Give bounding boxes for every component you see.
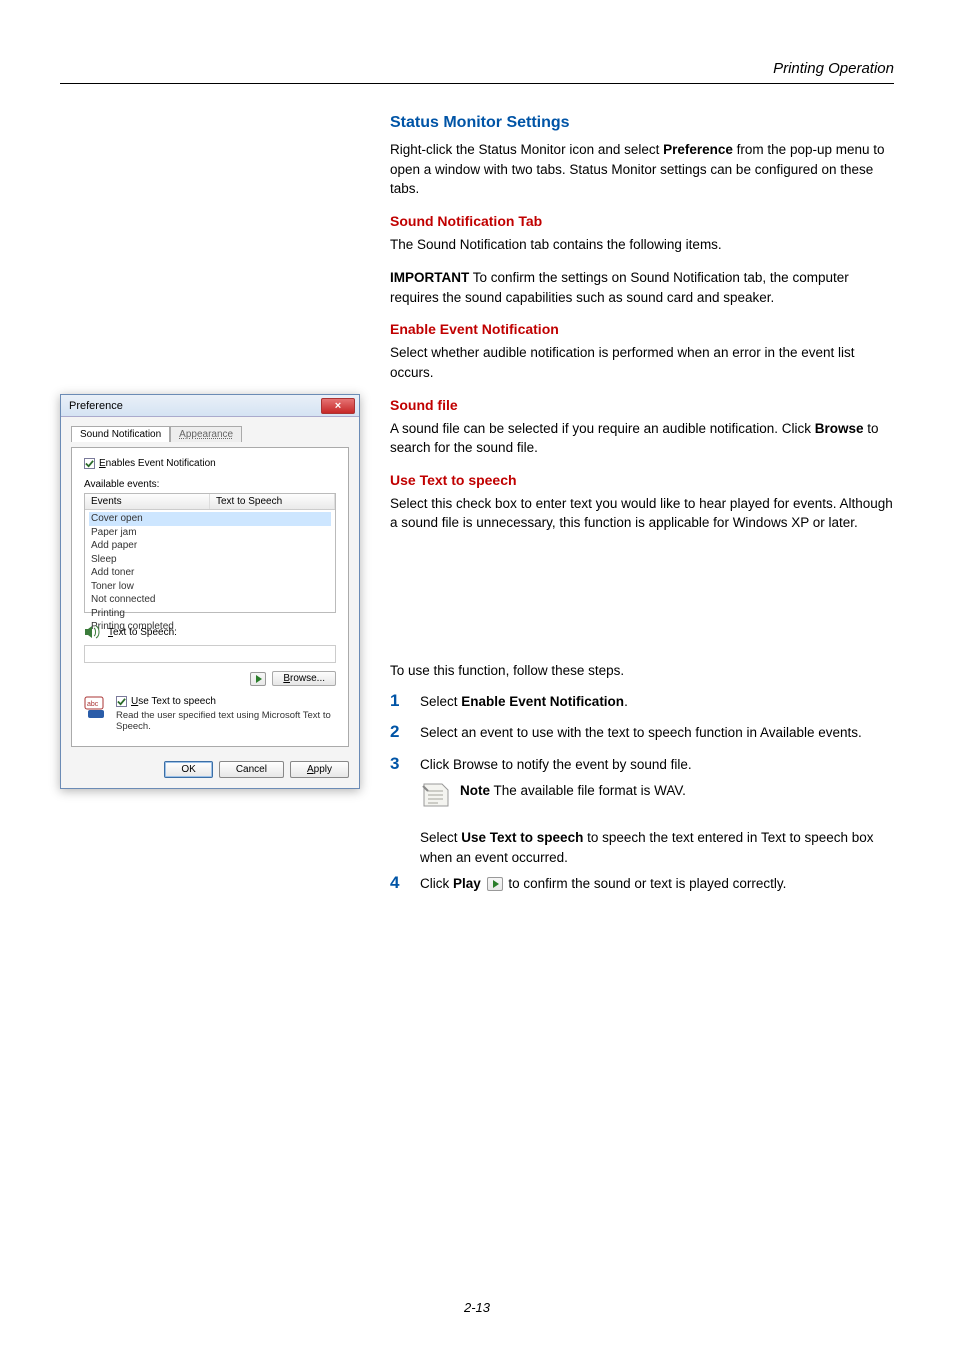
- heading-use-tts: Use Text to speech: [390, 472, 894, 488]
- heading-sound-file: Sound file: [390, 397, 894, 413]
- step-4: 4 Click Play to confirm the sound or tex…: [390, 874, 894, 894]
- heading-sound-tab: Sound Notification Tab: [390, 213, 894, 229]
- step-2: 2 Select an event to use with the text t…: [390, 723, 894, 743]
- sound-tab-paragraph: The Sound Notification tab contains the …: [390, 235, 894, 255]
- tts-label: Text to Speech:: [108, 627, 177, 638]
- dialog-title-text: Preference: [69, 400, 123, 412]
- important-paragraph: IMPORTANT To confirm the settings on Sou…: [390, 268, 894, 307]
- list-item[interactable]: Printing: [91, 607, 329, 621]
- use-tts-label: Use Text to speech: [131, 696, 216, 707]
- page-header: Printing Operation: [60, 60, 894, 84]
- svg-text:abc: abc: [87, 701, 99, 708]
- events-list[interactable]: Events Text to Speech Cover open Paper j…: [84, 493, 336, 613]
- col-events: Events: [85, 494, 210, 509]
- use-tts-checkbox[interactable]: [116, 696, 127, 707]
- browse-button[interactable]: Browse...: [272, 671, 336, 686]
- page-number: 2-13: [0, 1300, 954, 1315]
- list-item[interactable]: Paper jam: [91, 526, 329, 540]
- enable-event-paragraph: Select whether audible notification is p…: [390, 343, 894, 382]
- cancel-button[interactable]: Cancel: [219, 761, 284, 778]
- ok-button[interactable]: OK: [164, 761, 212, 778]
- text-column: Status Monitor Settings Right-click the …: [390, 114, 894, 905]
- steps-intro: To use this function, follow these steps…: [390, 663, 894, 678]
- read-text-desc: Read the user specified text using Micro…: [116, 710, 336, 732]
- list-item[interactable]: Cover open: [89, 512, 331, 526]
- col-tts: Text to Speech: [210, 494, 335, 509]
- list-item[interactable]: Not connected: [91, 593, 329, 607]
- heading-enable-event: Enable Event Notification: [390, 321, 894, 337]
- play-button[interactable]: [250, 672, 266, 686]
- list-item[interactable]: Add toner: [91, 566, 329, 580]
- screenshot-column: Preference × Sound Notification Appearan…: [60, 394, 360, 789]
- enable-event-label: Enables Event Notification: [99, 458, 216, 469]
- list-item[interactable]: Add paper: [91, 539, 329, 553]
- speaker-icon: [84, 625, 102, 639]
- play-icon: [487, 877, 503, 891]
- enable-event-checkbox[interactable]: [84, 458, 95, 469]
- step-3: 3 Click Browse to notify the event by so…: [390, 755, 894, 868]
- tts-text-input[interactable]: [84, 645, 336, 663]
- intro-paragraph: Right-click the Status Monitor icon and …: [390, 140, 894, 199]
- step-number: 1: [390, 692, 408, 711]
- dialog-titlebar: Preference ×: [61, 395, 359, 417]
- list-item[interactable]: Toner low: [91, 580, 329, 594]
- tab-panel: Enables Event Notification Available eve…: [71, 447, 349, 747]
- step-1: 1 Select Enable Event Notification.: [390, 692, 894, 712]
- list-item[interactable]: Sleep: [91, 553, 329, 567]
- abc-speech-icon: abc: [84, 696, 108, 720]
- heading-status-monitor: Status Monitor Settings: [390, 114, 894, 132]
- step-number: 2: [390, 723, 408, 742]
- section-title: Printing Operation: [60, 60, 894, 77]
- apply-button[interactable]: Apply: [290, 761, 349, 778]
- close-button[interactable]: ×: [321, 398, 355, 414]
- step-number: 4: [390, 874, 408, 893]
- tab-appearance[interactable]: Appearance: [170, 426, 242, 442]
- sound-file-paragraph: A sound file can be selected if you requ…: [390, 419, 894, 458]
- available-events-label: Available events:: [84, 479, 336, 490]
- tab-sound-notification[interactable]: Sound Notification: [71, 426, 170, 442]
- preference-dialog: Preference × Sound Notification Appearan…: [60, 394, 360, 789]
- step-number: 3: [390, 755, 408, 774]
- use-tts-paragraph: Select this check box to enter text you …: [390, 494, 894, 533]
- note-icon: [420, 782, 452, 810]
